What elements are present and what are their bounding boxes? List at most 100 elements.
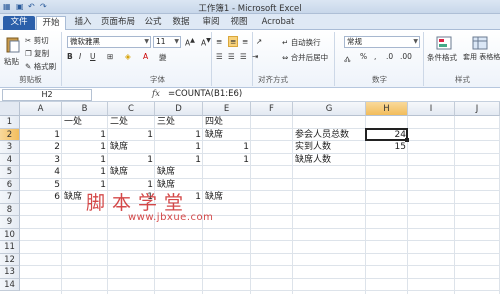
row-header-3[interactable]: 3 [0, 141, 20, 154]
copy-button[interactable]: ❐ 复制 [25, 48, 49, 59]
merge-center-button[interactable]: ⇔ 合并后居中 [282, 52, 328, 63]
comma-button[interactable]: , [374, 52, 376, 61]
align-bottom-button[interactable]: ≡ [242, 37, 248, 46]
column-header-c[interactable]: C [108, 102, 155, 116]
column-header-d[interactable]: D [155, 102, 203, 116]
tab-view[interactable]: 视图 [226, 16, 252, 30]
row-header-9[interactable]: 9 [0, 216, 20, 229]
cell-b4[interactable]: 1 [63, 154, 108, 166]
cell-c1[interactable]: 二处 [109, 116, 128, 128]
cell-c2[interactable]: 1 [109, 129, 155, 141]
underline-button[interactable]: U [90, 52, 96, 61]
cell-b5[interactable]: 1 [63, 166, 108, 178]
column-header-e[interactable]: E [203, 102, 251, 116]
tab-file[interactable]: 文件 [3, 16, 35, 30]
row-header-7[interactable]: 7 [0, 191, 20, 204]
row-header-14[interactable]: 14 [0, 278, 20, 291]
conditional-format-button[interactable] [429, 36, 459, 50]
row-header-4[interactable]: 4 [0, 153, 20, 166]
column-header-i[interactable]: I [408, 102, 455, 116]
row-header-10[interactable]: 10 [0, 228, 20, 241]
cell-a2[interactable]: 1 [21, 129, 62, 141]
align-left-button[interactable]: ☰ [216, 52, 223, 61]
row-header-13[interactable]: 13 [0, 266, 20, 279]
orientation-button[interactable]: ↗ [256, 37, 262, 46]
font-color-button[interactable]: A [143, 52, 148, 61]
cell-e3[interactable]: 1 [204, 141, 251, 153]
table-format-button[interactable] [465, 36, 495, 50]
tab-acrobat[interactable]: Acrobat [258, 16, 298, 30]
row-header-8[interactable]: 8 [0, 203, 20, 216]
align-top-button[interactable]: ≡ [216, 37, 222, 46]
cell-g2[interactable]: 参会人员总数 [294, 129, 349, 141]
column-header-h[interactable]: H [366, 102, 408, 116]
select-all-corner[interactable] [0, 102, 20, 116]
tab-home[interactable]: 开始 [36, 16, 66, 30]
tab-insert[interactable]: 插入 [70, 16, 96, 30]
wrap-text-button[interactable]: ↵ 自动换行 [282, 37, 321, 48]
cell-d1[interactable]: 三处 [156, 116, 175, 128]
tab-review[interactable]: 审阅 [198, 16, 224, 30]
cell-a6[interactable]: 5 [21, 179, 62, 191]
font-grow-button[interactable]: A▲ [185, 37, 195, 48]
increase-decimal-button[interactable]: .0 [386, 52, 393, 61]
cell-a3[interactable]: 2 [21, 141, 62, 153]
formula-input[interactable]: =COUNTA(B1:E6) [168, 89, 242, 100]
cell-d4[interactable]: 1 [156, 154, 203, 166]
column-header-f[interactable]: F [251, 102, 293, 116]
tab-formulas[interactable]: 公式 [140, 16, 166, 30]
cell-e4[interactable]: 1 [204, 154, 251, 166]
fill-handle[interactable] [405, 138, 409, 142]
cell-g4[interactable]: 缺席人数 [294, 154, 331, 166]
bold-button[interactable]: B [67, 52, 73, 61]
cell-c3[interactable]: 缺席 [109, 141, 128, 153]
cell-e1[interactable]: 四处 [204, 116, 223, 128]
italic-button[interactable]: I [79, 52, 81, 61]
align-middle-button[interactable]: ≡ [228, 36, 239, 47]
tab-data[interactable]: 数据 [168, 16, 194, 30]
cell-b2[interactable]: 1 [63, 129, 108, 141]
cell-c5[interactable]: 缺席 [109, 166, 128, 178]
row-header-6[interactable]: 6 [0, 178, 20, 191]
column-header-j[interactable]: J [455, 102, 500, 116]
indent-button[interactable]: ⇥ [252, 52, 258, 61]
column-header-a[interactable]: A [20, 102, 62, 116]
cut-button[interactable]: ✂ 剪切 [25, 35, 49, 46]
cell-a5[interactable]: 4 [21, 166, 62, 178]
number-format-select[interactable]: 常规 ▼ [344, 36, 420, 48]
column-header-b[interactable]: B [62, 102, 108, 116]
row-header-2[interactable]: 2 [0, 128, 20, 141]
row-header-12[interactable]: 12 [0, 253, 20, 266]
align-right-button[interactable]: ☰ [240, 52, 247, 61]
percent-button[interactable]: % [360, 52, 367, 61]
cell-a4[interactable]: 3 [21, 154, 62, 166]
align-center-button[interactable]: ☰ [228, 52, 235, 61]
cell-a7[interactable]: 6 [21, 191, 62, 203]
tab-page-layout[interactable]: 页面布局 [98, 16, 138, 30]
border-button[interactable]: ⊞ [107, 52, 113, 61]
cell-h3[interactable]: 15 [367, 141, 408, 153]
cell-d3[interactable]: 1 [156, 141, 203, 153]
cell-b3[interactable]: 1 [63, 141, 108, 153]
font-size-select[interactable]: 11 ▼ [153, 36, 181, 48]
cell-e2[interactable]: 缺席 [204, 129, 223, 141]
phonetic-button[interactable]: 變 [159, 52, 167, 63]
fill-color-button[interactable]: ◈ [125, 52, 131, 61]
paste-button[interactable] [4, 36, 22, 54]
cell-b7[interactable]: 缺席 [63, 191, 82, 203]
cell-c4[interactable]: 1 [109, 154, 155, 166]
cell-b1[interactable]: 一处 [63, 116, 82, 128]
column-header-g[interactable]: G [293, 102, 366, 116]
cell-d2[interactable]: 1 [156, 129, 203, 141]
name-box[interactable]: H2 [2, 89, 92, 101]
spreadsheet-grid[interactable]: A B C D E F G H I J 1 2 3 4 5 6 7 8 9 10 11 12 13 14 一处 二处 三处 四处 1 1… [0, 102, 500, 294]
font-shrink-button[interactable]: A▼ [201, 37, 211, 48]
format-painter-button[interactable]: ✎ 格式刷 [25, 61, 56, 72]
cell-d5[interactable]: 缺席 [156, 166, 175, 178]
decrease-decimal-button[interactable]: .00 [400, 52, 412, 61]
row-header-11[interactable]: 11 [0, 241, 20, 254]
currency-button[interactable]: 🝓 [344, 52, 351, 67]
insert-function-icon[interactable]: fx [152, 89, 160, 99]
row-header-1[interactable]: 1 [0, 116, 20, 129]
row-header-5[interactable]: 5 [0, 166, 20, 179]
